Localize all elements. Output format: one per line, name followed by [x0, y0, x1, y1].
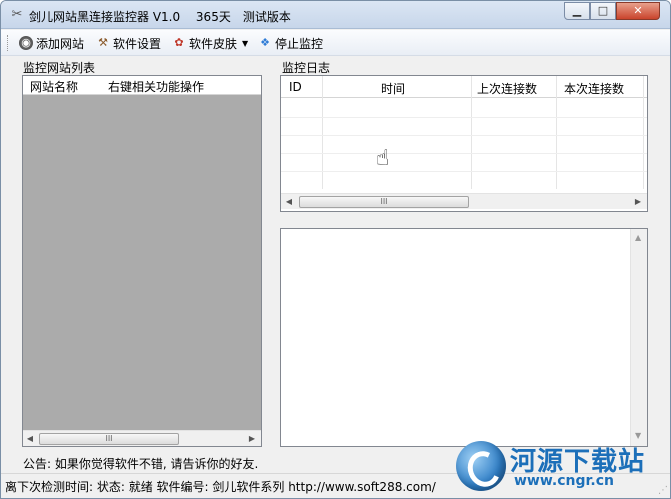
site-list-body[interactable]	[23, 95, 261, 430]
detail-vscrollbar[interactable]: ▲ ▼	[630, 229, 647, 446]
skin-label: 软件皮肤	[189, 36, 238, 51]
notice-text: 公告: 如果你觉得软件不错, 请告诉你的好友.	[23, 457, 259, 471]
title-bar[interactable]: ✂ 剑儿网站黑连接监控器 V1.0 365天 测试版本 ▁ □ ✕	[1, 1, 670, 29]
status-text: 离下次检测时间: 状态: 就绪 软件编号: 剑儿软件系列 http://www.…	[5, 480, 436, 494]
site-list[interactable]: 网站名称 右键相关功能操作 ◀ III ▶	[22, 75, 262, 447]
watermark-url: www.cngr.cn	[514, 473, 615, 489]
app-logo-icon: ✂	[11, 7, 23, 22]
chevron-down-icon: ▼	[242, 38, 249, 48]
table-row-divider	[281, 117, 647, 118]
column-divider	[556, 76, 557, 189]
settings-button[interactable]: ⚒ 软件设置	[96, 34, 161, 52]
minimize-button[interactable]: ▁	[564, 2, 590, 20]
toolbar-grip[interactable]	[7, 35, 10, 51]
scroll-left-icon[interactable]: ◀	[25, 434, 35, 443]
log-detail-textarea[interactable]: ▲ ▼	[280, 228, 648, 447]
table-row-divider	[281, 171, 647, 172]
monitor-log-table[interactable]: ID 时间 上次连接数 本次连接数 ◀ III ▶	[280, 75, 648, 212]
monitor-log-header: ID 时间 上次连接数 本次连接数	[281, 76, 647, 98]
scroll-left-icon[interactable]: ◀	[284, 197, 294, 206]
add-site-button[interactable]: ◉ 添加网站	[19, 34, 84, 52]
site-list-header: 网站名称 右键相关功能操作	[23, 76, 261, 95]
column-header-last-count[interactable]: 上次连接数	[477, 80, 537, 97]
stop-label: 停止监控	[275, 36, 324, 51]
toolbar: ◉ 添加网站 ⚒ 软件设置 ✿ 软件皮肤 ▼ ❖ 停止监控	[1, 30, 670, 56]
scroll-right-icon[interactable]: ▶	[633, 197, 643, 206]
table-row-divider	[281, 135, 647, 136]
scroll-thumb[interactable]: III	[39, 433, 179, 445]
watermark: 河源下载站 www.cngr.cn	[456, 437, 668, 495]
hand-cursor-icon: ☝	[376, 146, 390, 171]
window-title: 剑儿网站黑连接监控器 V1.0 365天 测试版本	[29, 10, 291, 24]
scroll-right-icon[interactable]: ▶	[247, 434, 257, 443]
table-row-divider	[281, 153, 647, 154]
site-list-hscrollbar[interactable]: ◀ III ▶	[23, 430, 261, 446]
column-header-site-name[interactable]: 网站名称	[30, 78, 78, 95]
column-header-time[interactable]: 时间	[381, 80, 405, 97]
watermark-logo-icon	[456, 441, 506, 491]
column-header-current-count[interactable]: 本次连接数	[564, 80, 624, 97]
column-divider	[643, 76, 644, 189]
add-site-label: 添加网站	[36, 36, 85, 51]
column-divider	[471, 76, 472, 189]
monitor-log-label: 监控日志	[282, 61, 331, 75]
scroll-up-icon[interactable]: ▲	[635, 233, 641, 242]
tools-icon: ⚒	[98, 36, 108, 49]
globe-icon: ◉	[19, 36, 33, 50]
settings-label: 软件设置	[113, 36, 162, 51]
stop-icon: ❖	[260, 36, 270, 49]
app-window: ✂ 剑儿网站黑连接监控器 V1.0 365天 测试版本 ▁ □ ✕ ◉ 添加网站…	[0, 0, 671, 499]
skin-dropdown-button[interactable]: ✿ 软件皮肤 ▼	[172, 34, 248, 52]
site-list-label: 监控网站列表	[23, 61, 96, 75]
column-header-id[interactable]: ID	[289, 80, 302, 94]
column-divider	[322, 76, 323, 189]
maximize-button[interactable]: □	[590, 2, 616, 20]
scroll-thumb[interactable]: III	[299, 196, 469, 208]
stop-monitor-button[interactable]: ❖ 停止监控	[258, 34, 323, 52]
column-header-actions[interactable]: 右键相关功能操作	[108, 78, 204, 95]
close-button[interactable]: ✕	[616, 2, 660, 20]
palette-icon: ✿	[174, 36, 184, 49]
log-hscrollbar[interactable]: ◀ III ▶	[281, 193, 647, 209]
